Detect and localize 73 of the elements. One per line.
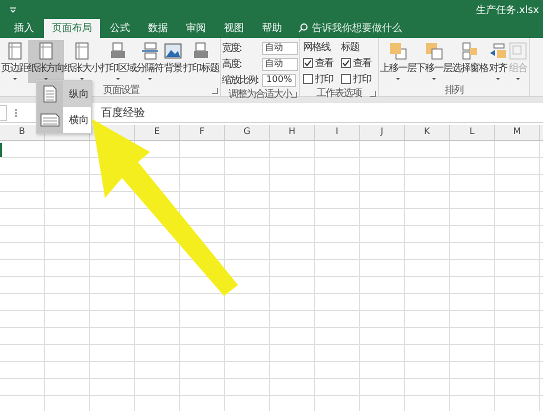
column-header[interactable]: I [315, 125, 360, 140]
align-icon [488, 41, 508, 61]
ribbon-button[interactable]: 上移一层 [380, 40, 416, 83]
group-label: 页面设置 [103, 84, 139, 96]
ribbon-tab[interactable]: 公式 [102, 19, 138, 38]
search-icon [298, 23, 308, 33]
ribbon-button[interactable]: 下移一层 [416, 40, 452, 83]
field-label: 宽度: [222, 42, 242, 55]
printer-icon [191, 41, 211, 61]
grip-icon [15, 108, 19, 116]
field-label: 缩放比例: [222, 74, 260, 87]
layers-icon [388, 41, 408, 61]
ribbon-button[interactable]: 页边距 [1, 40, 28, 83]
group-label: 排列 [445, 84, 463, 96]
ribbon-button[interactable]: 分隔符 [136, 40, 163, 83]
option-title: 标题 [341, 40, 360, 54]
checkbox[interactable] [303, 58, 313, 68]
caret-icon [12, 78, 16, 80]
caret-icon [432, 78, 436, 80]
pane-icon [460, 41, 480, 61]
group-label: 调整为合适大小 [228, 88, 292, 100]
group-icon [508, 41, 528, 61]
ribbon-button[interactable]: 纸张方向 [28, 40, 64, 83]
group-label: 工作表选项 [316, 86, 362, 100]
formula-field[interactable]: 百度经验 [101, 105, 145, 120]
column-header[interactable]: K [405, 125, 450, 140]
dropdown-field[interactable]: 自动 [262, 58, 298, 70]
checkbox-label: 查看 [353, 56, 371, 70]
ribbon-button[interactable]: 背景 [163, 40, 183, 83]
ribbon-tab[interactable]: 页面布局 [44, 19, 100, 38]
ribbon-button[interactable]: 对齐 [488, 40, 508, 83]
portrait-page-icon [43, 85, 57, 103]
column-header[interactable]: G [225, 125, 270, 140]
column-header[interactable]: E [135, 125, 180, 140]
column-header[interactable]: H [270, 125, 315, 140]
ribbon-tab[interactable]: 视图 [216, 19, 252, 38]
ribbon-tab[interactable]: 帮助 [254, 19, 290, 38]
ribbon-button[interactable]: 打印区域 [100, 40, 136, 83]
checkbox-label: 查看 [315, 56, 333, 70]
active-cell-marker [0, 143, 2, 157]
ribbon-tab[interactable]: 插入 [6, 19, 42, 38]
checkbox[interactable] [341, 58, 351, 68]
search-field[interactable]: 告诉我你想要做什么 [292, 21, 408, 38]
caret-icon [116, 78, 120, 80]
checkbox[interactable] [303, 74, 313, 84]
ribbon-tab[interactable]: 审阅 [178, 19, 214, 38]
spin-box[interactable]: 100% [262, 74, 296, 86]
field-label: 高度: [222, 58, 242, 71]
column-header[interactable]: M [495, 125, 540, 140]
option-title: 网格线 [303, 40, 332, 54]
dropdown-field[interactable]: 自动 [262, 42, 298, 54]
caret-icon [396, 78, 400, 80]
dialog-launcher-icon[interactable] [212, 88, 218, 94]
image-icon [163, 41, 183, 61]
ribbon-button[interactable]: 打印标题 [183, 40, 219, 83]
checkbox-label: 打印 [353, 72, 371, 86]
divider-icon [140, 41, 160, 61]
landscape-page-icon [40, 113, 60, 127]
caret-icon [148, 78, 152, 80]
quick-access-icon[interactable] [10, 7, 16, 13]
window-title: 生产任务.xlsx [476, 4, 539, 17]
layers-icon [424, 41, 444, 61]
column-header[interactable]: J [360, 125, 405, 140]
caret-icon [516, 78, 520, 80]
column-header[interactable]: F [180, 125, 225, 140]
column-header[interactable]: L [450, 125, 495, 140]
checkbox[interactable] [341, 74, 351, 84]
printer-icon [108, 41, 128, 61]
menu-item[interactable]: 纵向 [37, 81, 91, 107]
ribbon-tab[interactable]: 数据 [140, 19, 176, 38]
caret-icon [496, 78, 500, 80]
ribbon-button[interactable]: 选择窗格 [452, 40, 488, 83]
checkbox-label: 打印 [315, 72, 333, 86]
